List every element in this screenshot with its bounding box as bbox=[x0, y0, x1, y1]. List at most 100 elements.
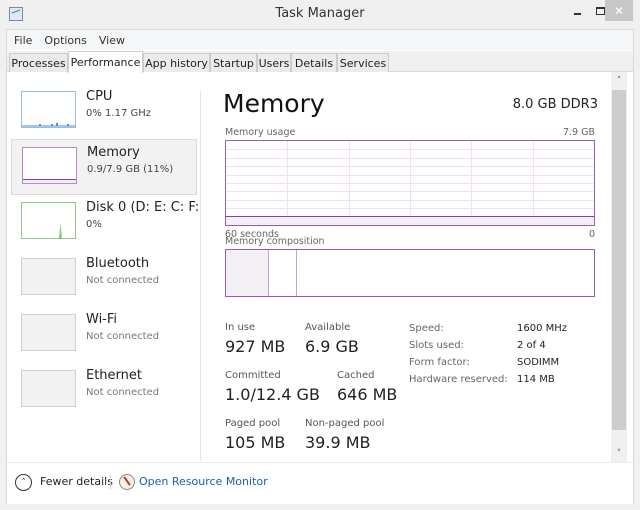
scroll-down-button[interactable]: ˅ bbox=[611, 445, 627, 462]
chevron-down-icon: ˅ bbox=[616, 448, 622, 459]
in-use-value: 927 MB bbox=[225, 337, 286, 356]
tab-services[interactable]: Services bbox=[337, 53, 389, 72]
usage-graph-label: Memory usage bbox=[225, 127, 296, 138]
tab-processes[interactable]: Processes bbox=[9, 53, 68, 72]
slots-used-value: 2 of 4 bbox=[517, 340, 546, 351]
slots-used-label: Slots used: bbox=[409, 340, 464, 351]
tab-details[interactable]: Details bbox=[291, 53, 337, 72]
resource-monitor-icon bbox=[119, 474, 135, 490]
composition-in-use-segment bbox=[226, 250, 269, 296]
tab-performance[interactable]: Performance bbox=[68, 51, 143, 73]
sidebar-item-value: 0% 1.17 GHz bbox=[86, 108, 152, 119]
memory-detail-panel: Memory 8.0 GB DDR3 Memory usage 7.9 GB 6… bbox=[223, 72, 598, 462]
graph-gridline-horizontal bbox=[226, 200, 594, 201]
non-paged-pool-value: 39.9 MB bbox=[305, 433, 371, 452]
minimize-button[interactable] bbox=[566, 0, 588, 21]
performance-content: CPU 0% 1.17 GHz Memory 0.9/7.9 GB (11%) … bbox=[7, 72, 633, 462]
in-use-label: In use bbox=[225, 322, 256, 333]
sidebar-item-label: Wi-Fi bbox=[86, 312, 118, 327]
memory-usage-graph bbox=[225, 140, 595, 226]
memory-usage-fill bbox=[226, 216, 594, 225]
scrollbar-thumb[interactable] bbox=[612, 90, 626, 430]
sidebar-item-bluetooth[interactable]: Bluetooth Not connected bbox=[11, 251, 197, 307]
graph-gridline-horizontal bbox=[226, 175, 594, 176]
usage-graph-max-label: 7.9 GB bbox=[562, 127, 595, 138]
chevron-up-icon: ˄ bbox=[616, 75, 622, 86]
cached-value: 646 MB bbox=[337, 385, 398, 404]
sidebar-item-cpu[interactable]: CPU 0% 1.17 GHz bbox=[11, 84, 197, 140]
footer-divider bbox=[110, 475, 111, 489]
menu-view[interactable]: View bbox=[99, 34, 125, 47]
sidebar-item-value: Not connected bbox=[86, 331, 160, 342]
sidebar-item-label: CPU bbox=[86, 89, 113, 104]
graph-gridline-horizontal bbox=[226, 183, 594, 184]
wifi-thumbnail-graph bbox=[21, 314, 76, 351]
sidebar-item-label: Disk 0 (D: E: C: F: G:) bbox=[86, 200, 201, 215]
committed-value: 1.0/12.4 GB bbox=[225, 385, 320, 404]
sidebar-item-disk[interactable]: Disk 0 (D: E: C: F: G:) 0% bbox=[11, 195, 201, 251]
speed-value: 1600 MHz bbox=[517, 323, 568, 334]
memory-composition-bar bbox=[225, 249, 595, 297]
close-icon: ✕ bbox=[613, 3, 625, 18]
speed-label: Speed: bbox=[409, 323, 444, 334]
graph-gridline-horizontal bbox=[226, 158, 594, 159]
cached-label: Cached bbox=[337, 370, 375, 381]
close-button[interactable]: ✕ bbox=[605, 0, 633, 21]
graph-time-end-label: 0 bbox=[588, 229, 595, 240]
sidebar-item-memory[interactable]: Memory 0.9/7.9 GB (11%) bbox=[11, 139, 197, 195]
sidebar-item-value: 0.9/7.9 GB (11%) bbox=[87, 164, 174, 175]
memory-thumbnail-graph bbox=[22, 147, 77, 184]
sidebar-item-ethernet[interactable]: Ethernet Not connected bbox=[11, 363, 197, 419]
paged-pool-label: Paged pool bbox=[225, 418, 281, 429]
sidebar-item-value: 0% bbox=[86, 219, 102, 230]
fewer-details-glyph: ˄ bbox=[21, 477, 26, 488]
tab-startup[interactable]: Startup bbox=[210, 53, 257, 72]
menu-options[interactable]: Options bbox=[44, 34, 86, 47]
footer-bar: ˄ Fewer details Open Resource Monitor bbox=[7, 462, 633, 504]
composition-modified-segment bbox=[269, 250, 297, 296]
available-value: 6.9 GB bbox=[305, 337, 359, 356]
tab-users[interactable]: Users bbox=[257, 53, 291, 72]
menu-bar: File Options View bbox=[7, 30, 633, 50]
graph-gridline-horizontal bbox=[226, 208, 594, 209]
menu-file[interactable]: File bbox=[14, 34, 32, 47]
title-bar: Task Manager ✕ bbox=[0, 0, 640, 29]
tab-app-history[interactable]: App history bbox=[143, 53, 210, 72]
window-frame: File Options View Processes Performance … bbox=[6, 29, 634, 504]
sidebar-item-value: Not connected bbox=[86, 275, 160, 286]
tab-bar: Processes Performance App history Startu… bbox=[7, 51, 633, 73]
sidebar-item-wifi[interactable]: Wi-Fi Not connected bbox=[11, 307, 197, 363]
sidebar-item-label: Bluetooth bbox=[86, 256, 150, 271]
graph-gridline-horizontal bbox=[226, 149, 594, 150]
hardware-reserved-value: 114 MB bbox=[517, 374, 555, 385]
maximize-icon bbox=[595, 6, 605, 15]
sidebar-item-value: Not connected bbox=[86, 387, 160, 398]
bluetooth-thumbnail-graph bbox=[21, 258, 76, 295]
open-resource-monitor-link[interactable]: Open Resource Monitor bbox=[139, 475, 268, 488]
form-factor-value: SODIMM bbox=[517, 357, 560, 368]
paged-pool-value: 105 MB bbox=[225, 433, 286, 452]
vertical-scrollbar[interactable]: ˄ ˅ bbox=[611, 72, 627, 462]
sidebar-item-label: Memory bbox=[87, 145, 140, 160]
available-label: Available bbox=[305, 322, 351, 333]
form-factor-label: Form factor: bbox=[409, 357, 470, 368]
composition-label: Memory composition bbox=[225, 236, 325, 247]
page-title: Memory bbox=[223, 89, 325, 118]
committed-label: Committed bbox=[225, 370, 281, 381]
graph-gridline-horizontal bbox=[226, 191, 594, 192]
fewer-details-button[interactable]: Fewer details bbox=[40, 475, 113, 488]
cpu-thumbnail-graph bbox=[21, 91, 76, 128]
non-paged-pool-label: Non-paged pool bbox=[305, 418, 385, 429]
resource-sidebar: CPU 0% 1.17 GHz Memory 0.9/7.9 GB (11%) … bbox=[11, 72, 201, 462]
scroll-up-button[interactable]: ˄ bbox=[611, 72, 627, 89]
chevron-up-circle-icon[interactable]: ˄ bbox=[15, 474, 32, 491]
sidebar-item-label: Ethernet bbox=[86, 368, 142, 383]
hardware-reserved-label: Hardware reserved: bbox=[409, 374, 508, 385]
memory-type-label: 8.0 GB DDR3 bbox=[512, 97, 598, 112]
window-title: Task Manager bbox=[275, 6, 365, 21]
sidebar-divider bbox=[200, 91, 201, 461]
disk-thumbnail-graph bbox=[21, 202, 76, 239]
minimize-icon bbox=[573, 12, 581, 15]
composition-standby-free-segment bbox=[297, 250, 594, 296]
graph-gridline-horizontal bbox=[226, 166, 594, 167]
